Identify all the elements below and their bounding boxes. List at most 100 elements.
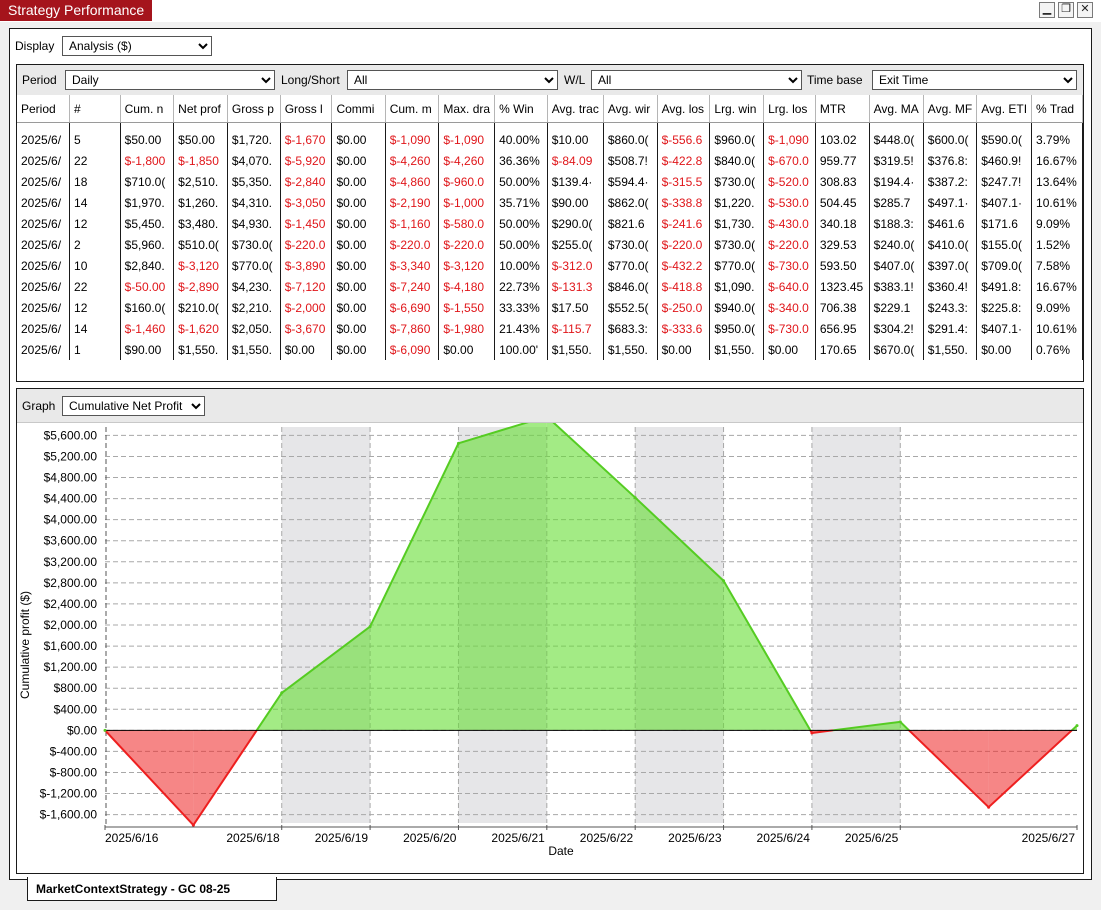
data-point [633, 496, 637, 500]
table-cell: $-960.0 [438, 171, 496, 192]
table-cell: $2,840. [120, 255, 175, 276]
table-row[interactable]: 2025/6/2 $5,960. $510.0($730.0($-220.0 $0.0… [17, 234, 1083, 255]
table-cell: $90.00 [547, 192, 604, 213]
column-header[interactable]: Avg. trac [547, 95, 604, 123]
table-cell: $0.00 [331, 234, 386, 255]
strategy-tab[interactable]: MarketContextStrategy - GC 08-25 [27, 877, 277, 901]
table-cell: $155.0( [976, 234, 1033, 255]
table-cell: $-7,240 [385, 276, 440, 297]
table-row[interactable]: 2025/6/5 $50.00 $50.00 $1,720. $-1,670 $0.00 $… [17, 122, 1083, 150]
table-cell: $0.00 [331, 150, 386, 171]
table-cell: $940.0( [709, 297, 765, 318]
table-cell: $2,510. [173, 171, 228, 192]
long-short-select[interactable]: All [347, 70, 558, 90]
table-cell: 50.00% [494, 171, 548, 192]
y-tick-label: $-400.00 [50, 744, 98, 758]
minimize-button[interactable]: ▁ [1039, 2, 1055, 18]
y-tick-label: $-1,600.00 [40, 808, 98, 822]
table-cell: $0.00 [657, 339, 711, 360]
table-cell: $1,220. [709, 192, 765, 213]
filters-panel: Period Daily Long/Short All W/L All Time… [16, 64, 1084, 382]
table-cell: $950.0( [709, 318, 765, 339]
table-cell: 3.79% [1031, 122, 1083, 150]
table-cell: $0.00 [331, 276, 386, 297]
column-header[interactable]: # [69, 95, 121, 123]
table-cell: 50.00% [494, 213, 548, 234]
column-header[interactable]: Cum. m [385, 95, 440, 123]
column-header[interactable]: Gross p [227, 95, 281, 123]
table-cell: $383.1! [869, 276, 924, 297]
time-base-label: Time base [807, 73, 863, 87]
column-header[interactable]: Avg. MA [869, 95, 924, 123]
table-row[interactable]: 2025/6/12 $160.0($210.0($2,210. $-2,000 $0.… [17, 297, 1083, 318]
table-cell: 504.45 [815, 192, 870, 213]
table-row[interactable]: 2025/6/14 $-1,460 $-1,620 $2,050. $-3,670 $0.… [17, 318, 1083, 339]
close-button[interactable]: ✕ [1077, 2, 1093, 18]
column-header[interactable]: Avg. MF [923, 95, 978, 123]
time-base-select[interactable]: Exit Time [872, 70, 1077, 90]
results-table: Period # Cum. n Net prof Gross p Gross l Commi… [17, 95, 1083, 360]
table-cell: $-640.0 [763, 276, 816, 297]
table-row[interactable]: 2025/6/1 $90.00 $1,550. $1,550. $0.00 $0.00 $-… [17, 339, 1083, 360]
table-row[interactable]: 2025/6/10 $2,840. $-3,120 $770.0($-3,890 $0.… [17, 255, 1083, 276]
table-cell: $-580.0 [438, 213, 496, 234]
display-select[interactable]: Analysis ($) [62, 36, 212, 56]
table-cell: $2,050. [227, 318, 281, 339]
column-header[interactable]: Avg. ETI [976, 95, 1033, 123]
table-cell: $-4,860 [385, 171, 440, 192]
table-cell: $-1,550 [438, 297, 496, 318]
table-cell: 14 [69, 318, 121, 339]
wl-select[interactable]: All [591, 70, 802, 90]
profit-area [458, 423, 547, 731]
table-row[interactable]: 2025/6/14 $1,970. $1,260. $4,310. $-3,050 $0.… [17, 192, 1083, 213]
table-cell: $0.00 [331, 255, 386, 276]
table-cell: $600.0( [923, 122, 978, 150]
column-header[interactable]: Avg. los [657, 95, 711, 123]
table-cell: $194.4· [869, 171, 924, 192]
table-cell: $-2,890 [173, 276, 228, 297]
column-header[interactable]: Lrg. los [763, 95, 816, 123]
table-cell: $-1,620 [173, 318, 228, 339]
table-cell: $319.5! [869, 150, 924, 171]
column-header[interactable]: Period [17, 95, 71, 123]
table-cell: $-530.0 [763, 192, 816, 213]
table-cell: $-131.3 [547, 276, 604, 297]
table-row[interactable]: 2025/6/12 $5,450. $3,480. $4,930. $-1,450 $0.… [17, 213, 1083, 234]
maximize-button[interactable]: ❐ [1058, 2, 1074, 18]
data-point [1075, 724, 1079, 728]
column-header[interactable]: Net prof [173, 95, 228, 123]
table-cell: 308.83 [815, 171, 870, 192]
y-tick-label: $2,400.00 [44, 597, 98, 611]
graph-bar: Graph Cumulative Net Profit [17, 389, 1083, 423]
column-header[interactable]: % Trad [1031, 95, 1083, 123]
table-cell: $-115.7 [547, 318, 604, 339]
table-row[interactable]: 2025/6/22 $-1,800 $-1,850 $4,070. $-5,920 $0.… [17, 150, 1083, 171]
column-header[interactable]: Avg. wir [603, 95, 658, 123]
table-cell: $510.0( [173, 234, 228, 255]
table-cell: $-6,090 [385, 339, 440, 360]
x-tick-label: 2025/6/24 [757, 831, 811, 845]
table-cell: $-2,000 [280, 297, 333, 318]
period-select[interactable]: Daily [65, 70, 275, 90]
column-header[interactable]: Lrg. win [709, 95, 765, 123]
column-header[interactable]: Max. dra [438, 95, 496, 123]
data-point [987, 805, 991, 809]
table-row[interactable]: 2025/6/22 $-50.00 $-2,890 $4,230. $-7,120 $0.… [17, 276, 1083, 297]
table-cell: $-1,090 [385, 122, 440, 150]
table-cell: $-7,120 [280, 276, 333, 297]
graph-select[interactable]: Cumulative Net Profit [62, 396, 205, 416]
data-point [810, 731, 814, 735]
column-header[interactable]: Gross l [280, 95, 333, 123]
table-row[interactable]: 2025/6/18 $710.0($2,510. $5,350. $-2,840 $0.… [17, 171, 1083, 192]
table-cell: $1,550. [547, 339, 604, 360]
column-header[interactable]: % Win [494, 95, 548, 123]
table-cell: 22.73% [494, 276, 548, 297]
table-cell: $-3,050 [280, 192, 333, 213]
table-cell: $4,930. [227, 213, 281, 234]
table-cell: 16.67% [1031, 276, 1083, 297]
column-header[interactable]: Cum. n [120, 95, 175, 123]
table-cell: $291.4: [923, 318, 978, 339]
column-header[interactable]: MTR [815, 95, 870, 123]
column-header[interactable]: Commi [331, 95, 386, 123]
table-cell: $862.0( [603, 192, 658, 213]
